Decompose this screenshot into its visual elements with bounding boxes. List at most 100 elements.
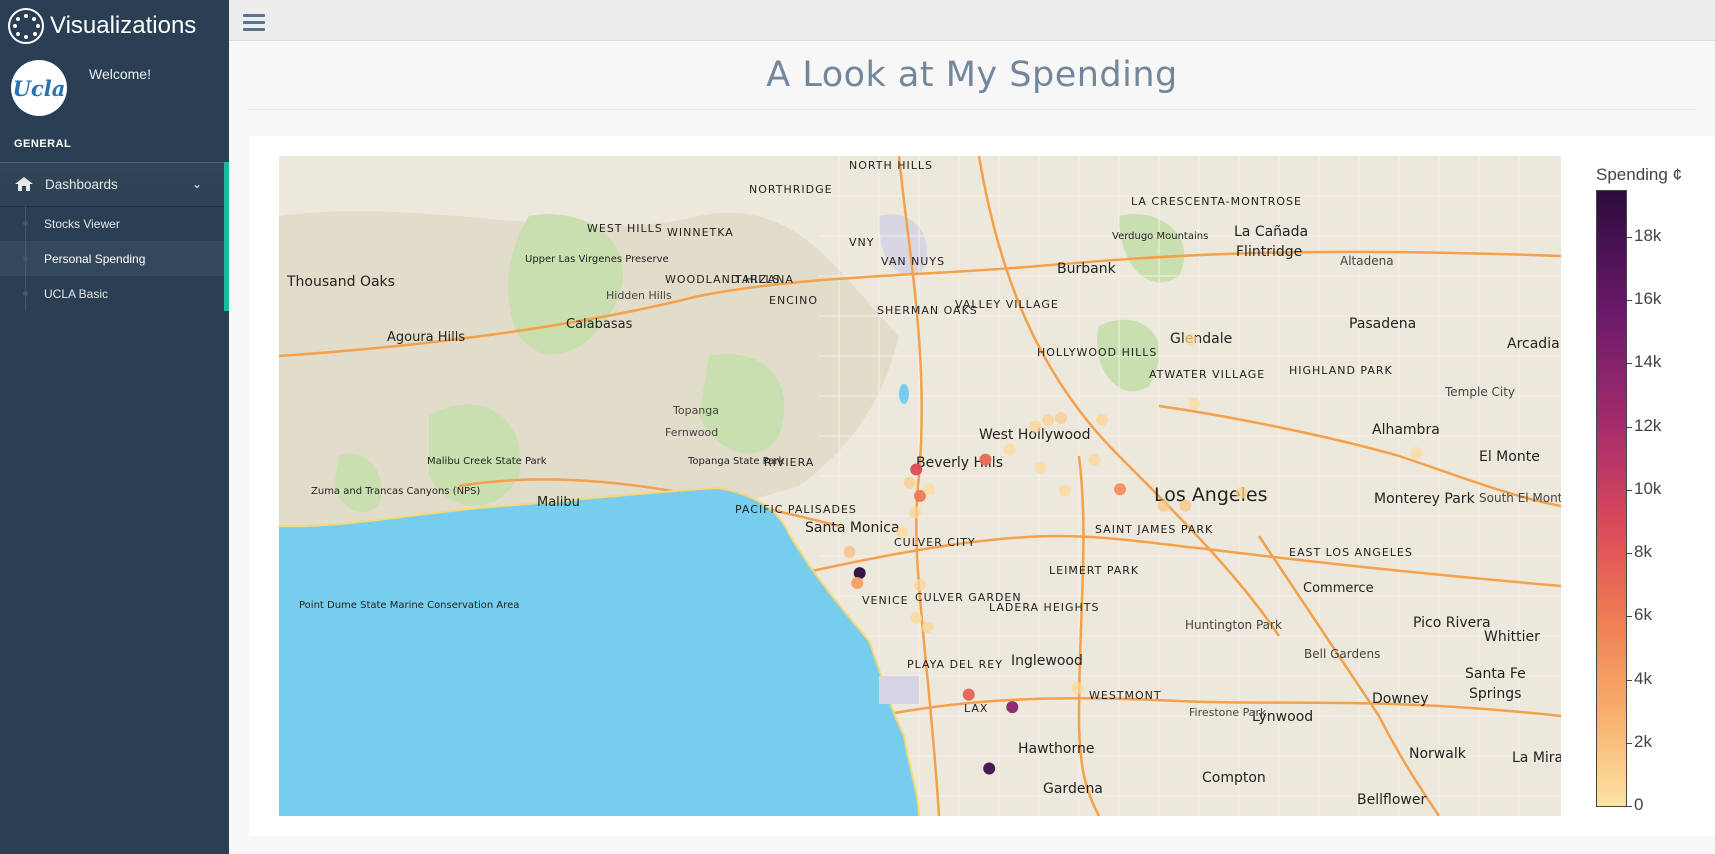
colorbar-tick-label: 4k [1634, 668, 1652, 688]
colorbar-tick-label: 14k [1634, 352, 1662, 372]
map-label: Malibu [537, 495, 580, 510]
top-nav [229, 0, 1715, 41]
colorbar-tick [1627, 742, 1632, 744]
spending-point[interactable] [923, 483, 935, 496]
map-label: PLAYA DEL REY [907, 658, 1003, 671]
spending-point[interactable] [1003, 443, 1016, 456]
colorbar-tick [1627, 489, 1632, 491]
sidebar-item-ucla-basic[interactable]: UCLA Basic [0, 276, 224, 311]
map-label: Point Dume State Marine Conservation Are… [299, 600, 519, 611]
map-label: Hidden Hills [606, 289, 672, 302]
spending-point[interactable] [1410, 447, 1423, 459]
map-label: NORTH HILLS [849, 159, 933, 172]
sidebar-item-personal-spending[interactable]: Personal Spending [0, 241, 224, 276]
spending-point[interactable] [1071, 682, 1084, 694]
map-label: Upper Las Virgenes Preserve [525, 254, 669, 265]
spending-point[interactable] [1042, 414, 1055, 426]
map-label: WEST HILLS [587, 222, 663, 235]
map-label: Thousand Oaks [286, 274, 395, 290]
colorbar-tick [1627, 616, 1632, 618]
map-label: CULVER GARDEN [915, 591, 1022, 604]
colorbar [1596, 190, 1627, 807]
map-label: WOODLAND HILLS [665, 273, 781, 286]
spending-point[interactable] [1157, 499, 1170, 512]
map-label: EAST LOS ANGELES [1289, 546, 1413, 559]
colorbar-tick-label: 0 [1634, 795, 1644, 814]
map-label: NORTHRIDGE [749, 183, 833, 196]
map-label: La Mira [1512, 750, 1561, 766]
spending-map[interactable]: Thousand Oaks Agoura Hills Calabasas Mal… [279, 156, 1561, 816]
map-label: Pico Rivera [1413, 615, 1491, 631]
map-label: Bell Gardens [1304, 647, 1380, 661]
map-label: ATWATER VILLAGE [1149, 368, 1265, 381]
spending-point[interactable] [1034, 461, 1047, 474]
map-label: Flintridge [1236, 244, 1302, 260]
avatar-logo-text: Ucla [12, 75, 66, 101]
spending-point[interactable] [1029, 420, 1042, 433]
map-label: HOLLYWOOD HILLS [1037, 346, 1157, 359]
map-label: Norwalk [1409, 746, 1467, 762]
map-label: Fernwood [665, 426, 718, 439]
brand[interactable]: Visualizations [0, 0, 229, 52]
spending-point[interactable] [896, 526, 909, 539]
map-label: Pasadena [1349, 316, 1416, 332]
map-label: LA CRESCENTA-MONTROSE [1131, 195, 1302, 208]
map-label: Whittier [1484, 629, 1540, 645]
paw-logo-icon [8, 8, 44, 44]
side-menu: Dashboards ⌄ Stocks Viewer Personal Spen… [0, 162, 229, 311]
map-label: Alhambra [1372, 422, 1440, 438]
map-label: Compton [1202, 770, 1266, 786]
spending-point[interactable] [1188, 397, 1201, 410]
spending-point[interactable] [1088, 453, 1101, 466]
spending-point[interactable] [979, 453, 992, 466]
spending-point[interactable] [962, 688, 975, 701]
spending-point[interactable] [914, 579, 926, 591]
spending-point[interactable] [1096, 414, 1108, 426]
map-label: HIGHLAND PARK [1289, 364, 1393, 377]
map-label: ENCINO [769, 294, 818, 307]
colorbar-tick-label: 16k [1634, 289, 1662, 309]
map-label: Zuma and Trancas Canyons (NPS) [311, 486, 480, 497]
colorbar-tick-label: 8k [1634, 542, 1652, 562]
spending-point[interactable] [851, 577, 864, 589]
map-label: Calabasas [566, 317, 633, 332]
sidebar-item-dashboards[interactable]: Dashboards ⌄ [0, 162, 229, 206]
colorbar-tick-label: 10k [1634, 478, 1662, 498]
spending-point[interactable] [1114, 483, 1126, 496]
map-label: PACIFIC PALISADES [735, 503, 857, 516]
spending-point[interactable] [908, 506, 921, 519]
spending-point[interactable] [903, 476, 916, 489]
map-label: SAINT JAMES PARK [1095, 523, 1213, 536]
spending-point[interactable] [1179, 499, 1192, 512]
map-label: VNY [849, 236, 874, 249]
spending-point[interactable] [910, 612, 923, 624]
map-label: Verdugo Mountains [1112, 231, 1208, 242]
spending-point[interactable] [1235, 486, 1248, 499]
colorbar-tick-label: 6k [1634, 605, 1652, 625]
map-label: CULVER CITY [894, 536, 976, 549]
map-label: Hawthorne [1018, 741, 1094, 757]
spending-point[interactable] [1184, 333, 1197, 346]
map-label: Bellflower [1357, 792, 1426, 808]
spending-point[interactable] [843, 546, 856, 558]
colorbar-tick-label: 12k [1634, 415, 1662, 435]
map-svg: Thousand Oaks Agoura Hills Calabasas Mal… [279, 156, 1561, 816]
spending-point[interactable] [921, 621, 934, 634]
spending-point[interactable] [983, 762, 996, 775]
map-label: Santa Monica [805, 520, 900, 536]
colorbar-tick [1627, 300, 1632, 302]
menu-toggle-icon[interactable] [243, 14, 265, 32]
map-label: Topanga State Park [687, 456, 784, 467]
map-label: Malibu Creek State Park [427, 456, 547, 467]
sidebar-item-stocks-viewer[interactable]: Stocks Viewer [0, 206, 224, 241]
colorbar-tick [1627, 363, 1632, 365]
home-icon [15, 177, 33, 191]
spending-point[interactable] [1058, 484, 1071, 497]
spending-point[interactable] [1055, 412, 1067, 424]
spending-point[interactable] [910, 463, 923, 476]
sidebar: Visualizations Ucla Welcome! GENERAL Das… [0, 0, 229, 854]
map-label: Los Angeles [1154, 484, 1267, 506]
spending-point[interactable] [1006, 701, 1019, 714]
map-label: Inglewood [1011, 653, 1083, 669]
profile: Ucla Welcome! [0, 52, 229, 142]
